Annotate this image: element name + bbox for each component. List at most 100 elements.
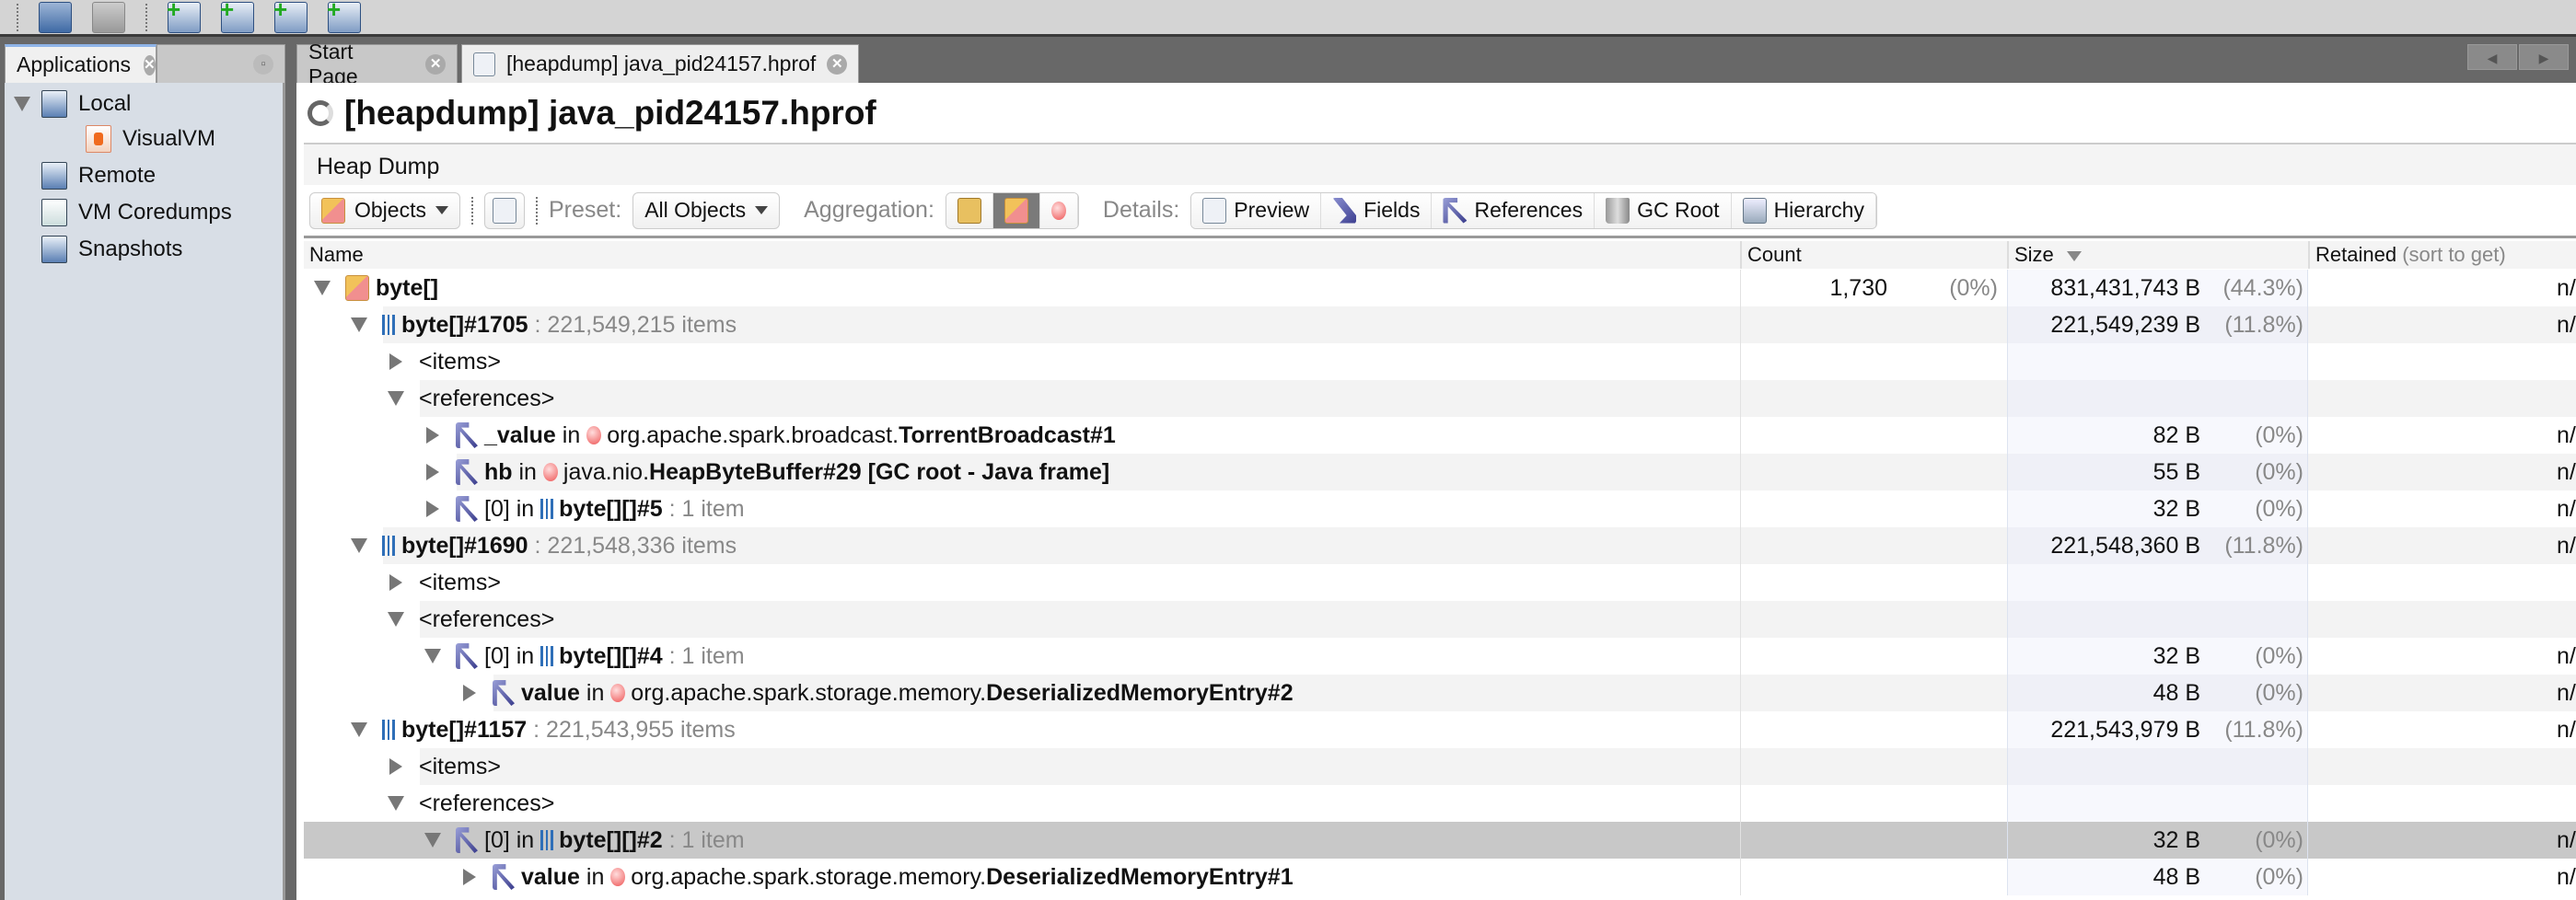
view-dropdown[interactable]: Objects (309, 191, 460, 229)
column-header-name[interactable]: Name (304, 241, 1740, 269)
node-label: byte[]#1690 : 221,548,336 items (401, 533, 737, 560)
tree-item-snapshots[interactable]: Snapshots (41, 236, 182, 263)
expand-toggle-icon[interactable] (387, 758, 405, 775)
node-label: <references> (419, 606, 554, 633)
size-value: 48 B (2152, 864, 2200, 890)
instance-icon (542, 463, 558, 481)
label-part: : 221,548,336 items (528, 532, 737, 559)
expand-toggle-icon[interactable] (460, 869, 479, 885)
table-row[interactable]: byte[]#1705 : 221,549,215 items 221,549,2… (304, 306, 2576, 343)
reference-icon (456, 827, 478, 853)
collapse-toggle-icon[interactable] (387, 612, 405, 627)
collapse-toggle-icon[interactable] (350, 538, 368, 553)
label-part: in (509, 826, 541, 853)
tab-heapdump[interactable]: [heapdump] java_pid24157.hprof ✕ (461, 44, 860, 83)
collapse-toggle-icon[interactable] (387, 391, 405, 406)
expand-toggle-icon[interactable] (460, 685, 479, 701)
add-snapshot-icon[interactable] (327, 0, 361, 33)
heap-summary-button[interactable] (483, 191, 525, 229)
save-icon[interactable] (92, 1, 125, 33)
preset-label: Preset: (548, 197, 622, 223)
table-row[interactable]: <items> (304, 343, 2576, 380)
add-jmx-icon[interactable] (220, 0, 254, 33)
size-percent: (0%) (2255, 496, 2303, 522)
expand-toggle-icon[interactable] (387, 353, 405, 370)
table-row[interactable]: [0] in byte[][]#5 : 1 item 32 B (0%) n/a (304, 490, 2576, 527)
class-icon (345, 275, 369, 301)
expand-toggle-icon[interactable] (424, 501, 442, 517)
label-part: byte[]#1157 (401, 716, 528, 743)
details-hierarchy-button[interactable]: Hierarchy (1731, 192, 1876, 228)
open-file-icon[interactable] (39, 1, 72, 33)
applications-panel: Local VisualVM Remote VM Coredumps Snaps… (5, 83, 285, 900)
aggregation-classes-button[interactable] (992, 192, 1040, 228)
tree-item-vm-coredumps[interactable]: VM Coredumps (41, 199, 232, 226)
table-row[interactable]: <references> (304, 601, 2576, 638)
heap-summary-icon (492, 197, 516, 224)
table-row[interactable]: _value in org.apache.spark.broadcast. Tor… (304, 417, 2576, 454)
collapse-toggle-icon[interactable] (313, 281, 331, 295)
expand-toggle-icon[interactable] (424, 464, 442, 480)
add-coredump-icon[interactable] (273, 0, 307, 33)
label-part: value (521, 863, 580, 890)
aggregation-packages-button[interactable] (946, 192, 993, 228)
expand-toggle-icon[interactable] (424, 427, 442, 444)
table-row[interactable]: value in org.apache.spark.storage.memory… (304, 859, 2576, 895)
expand-toggle-icon[interactable] (387, 574, 405, 591)
table-row[interactable]: [0] in byte[][]#2 : 1 item 32 B (0%) n/a (304, 822, 2576, 859)
table-row[interactable]: byte[]#1690 : 221,548,336 items 221,548,3… (304, 527, 2576, 564)
label-part: value (521, 679, 580, 706)
table-row[interactable]: byte[] 1,730 (0%) 831,431,743 B (44.3%) n/a (304, 270, 2576, 306)
aggregation-toggle-group (945, 191, 1079, 229)
close-icon[interactable]: ✕ (144, 54, 156, 75)
instance-icon (610, 868, 626, 886)
collapse-toggle-icon[interactable] (424, 649, 442, 663)
tree-item-remote[interactable]: Remote (41, 162, 156, 190)
collapse-toggle-icon[interactable] (350, 722, 368, 737)
close-icon[interactable]: ✕ (827, 53, 848, 75)
tab-start-page[interactable]: Start Page ✕ (296, 40, 458, 88)
column-header-size[interactable]: Size (2007, 241, 2308, 269)
collapse-toggle-icon[interactable] (350, 317, 368, 332)
count-cell-divider (1740, 417, 2007, 454)
table-row[interactable]: [0] in byte[][]#4 : 1 item 32 B (0%) n/a (304, 638, 2576, 675)
scroll-left-button[interactable]: ◀ (2467, 44, 2517, 70)
preset-dropdown[interactable]: All Objects (632, 191, 781, 229)
column-header-retained[interactable]: Retained (sort to get) (2308, 241, 2576, 269)
details-preview-button[interactable]: Preview (1191, 192, 1322, 228)
label-part: DeserializedMemoryEntry#2 (986, 679, 1294, 706)
table-row[interactable]: <items> (304, 748, 2576, 785)
section-header: Heap Dump (304, 143, 2576, 185)
name-cell: <items> (387, 564, 501, 601)
label-part: [0] (484, 826, 510, 853)
collapse-toggle-icon[interactable] (387, 796, 405, 811)
collapse-toggle-icon[interactable] (424, 833, 442, 848)
column-header-count[interactable]: Count (1740, 241, 2007, 269)
table-row[interactable]: <references> (304, 380, 2576, 417)
node-label: <items> (419, 754, 501, 780)
aggregation-instances-button[interactable] (1039, 192, 1078, 228)
minimize-icon[interactable]: ▫ (253, 53, 273, 75)
tree-item-visualvm[interactable]: VisualVM (86, 125, 215, 153)
node-label: value in org.apache.spark.storage.memory… (521, 864, 1294, 891)
table-row[interactable]: byte[]#1157 : 221,543,955 items 221,543,9… (304, 711, 2576, 748)
main-toolbar (0, 0, 2576, 37)
name-cell: [0] in byte[][]#5 : 1 item (424, 490, 745, 527)
label-part: byte[]#1690 (401, 532, 528, 559)
close-icon[interactable]: ✕ (425, 53, 446, 75)
expand-toggle-icon[interactable] (14, 97, 30, 111)
tree-item-label: Remote (78, 163, 157, 188)
tree-item-local[interactable]: Local (14, 90, 131, 118)
table-row[interactable]: hb in java.nio. HeapByteBuffer#29 [GC roo… (304, 454, 2576, 490)
table-row[interactable]: value in org.apache.spark.storage.memory… (304, 675, 2576, 711)
tab-applications[interactable]: Applications ✕ (5, 44, 157, 83)
add-jmx-connection-icon[interactable] (167, 0, 201, 33)
details-fields-button[interactable]: Fields (1321, 192, 1433, 228)
packages-icon (957, 197, 981, 224)
scroll-right-button[interactable]: ▶ (2519, 44, 2569, 70)
table-row[interactable]: <references> (304, 785, 2576, 822)
table-row[interactable]: <items> (304, 564, 2576, 601)
details-references-button[interactable]: References (1432, 192, 1595, 228)
details-gc-root-button[interactable]: GC Root (1595, 192, 1732, 228)
retained-value: n/a (2557, 459, 2576, 485)
